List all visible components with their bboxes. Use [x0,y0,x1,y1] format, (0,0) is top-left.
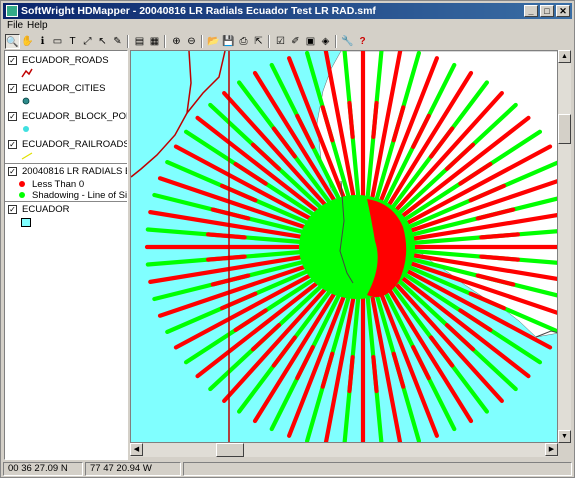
tools-icon[interactable]: 🔧 [340,34,355,49]
menu-file[interactable]: File [7,20,23,31]
railroad-line-symbol [21,152,33,160]
red-dot-icon [19,181,25,187]
radial-red-segment [479,232,521,240]
layer-visible-checkbox[interactable]: ✓ [8,205,17,214]
vertex-edit-icon[interactable]: ✎ [110,34,125,49]
export-icon[interactable]: ⇱ [251,34,266,49]
toolbar: 🔍 ✋ ℹ ▭ T ⤢ ↖ ✎ ▤ ▦ ⊕ ⊖ 📂 💾 ⎙ ⇱ ☑ ✐ ▣ ◈ 🔧? [3,34,572,49]
calculate-icon[interactable]: ▣ [303,34,318,49]
zoom-box-icon[interactable]: 🔍 [5,34,20,49]
status-message [183,462,572,476]
layer-visible-checkbox[interactable]: ✓ [8,84,17,93]
info-icon[interactable]: ℹ [35,34,50,49]
map-canvas[interactable] [130,50,558,443]
title-bar: SoftWright HDMapper - 20040816 LR Radial… [3,3,572,19]
label-tool-icon[interactable]: ▭ [50,34,65,49]
legend-divider [5,201,127,202]
print-icon[interactable]: ⎙ [236,34,251,49]
radials-icon[interactable]: ◈ [318,34,333,49]
pan-hand-icon[interactable]: ✋ [20,34,35,49]
population-point-symbol [23,126,29,132]
layer-properties-icon[interactable]: ▦ [147,34,162,49]
zoom-in-icon[interactable]: ⊕ [169,34,184,49]
layer-visible-checkbox[interactable]: ✓ [8,112,17,121]
scroll-up-button[interactable]: ▲ [558,50,571,63]
measure-icon[interactable]: ⤢ [80,34,95,49]
scroll-right-button[interactable]: ▶ [545,443,558,456]
toolbar-separator [164,35,166,48]
polygon-fill-symbol [21,218,31,227]
green-dot-icon [19,192,25,198]
toolbar-separator [127,35,129,48]
zoom-out-icon[interactable]: ⊖ [184,34,199,49]
road-line-symbol [21,68,33,78]
window-title: SoftWright HDMapper - 20040816 LR Radial… [21,5,376,17]
layer-visible-checkbox[interactable]: ✓ [8,56,17,65]
menu-help[interactable]: Help [27,20,48,31]
close-button[interactable]: ✕ [556,5,570,17]
app-icon [6,5,18,17]
radial-red-segment [205,232,247,240]
layer-visible-checkbox[interactable]: ✓ [8,140,17,149]
vertical-scrollbar[interactable]: ▲ ▼ [558,50,571,443]
layer-legend: ✓ ECUADOR_ROADS ✓ ECUADOR_CITIES ✓ ECUAD… [4,50,128,460]
legend-divider [5,163,127,164]
menu-bar: File Help [3,20,572,33]
horizontal-scroll-thumb[interactable] [216,443,244,457]
radial-red-segment [479,254,521,262]
radial-red-segment [205,254,247,262]
toolbar-separator [201,35,203,48]
text-tool-icon[interactable]: T [65,34,80,49]
status-bar: 00 36 27.09 N 77 47 20.94 W [3,461,572,477]
maximize-button[interactable]: □ [540,5,554,17]
tower-site-icon[interactable]: ☑ [273,34,288,49]
edit-site-icon[interactable]: ✐ [288,34,303,49]
save-icon[interactable]: 💾 [221,34,236,49]
toolbar-separator [268,35,270,48]
layers-icon[interactable]: ▤ [132,34,147,49]
select-arrow-icon[interactable]: ↖ [95,34,110,49]
scroll-left-button[interactable]: ◀ [130,443,143,456]
layer-visible-checkbox[interactable]: ✓ [8,167,17,176]
open-file-icon[interactable]: 📂 [206,34,221,49]
longitude-readout: 77 47 20.94 W [85,462,181,476]
horizontal-scrollbar[interactable]: ◀ ▶ [130,443,558,457]
toolbar-separator [335,35,337,48]
vertical-scroll-thumb[interactable] [558,114,571,144]
help-icon[interactable]: ? [355,34,370,49]
scroll-down-button[interactable]: ▼ [558,430,571,443]
minimize-button[interactable]: _ [524,5,538,17]
map-drawing [131,51,557,442]
latitude-readout: 00 36 27.09 N [3,462,83,476]
app-window: SoftWright HDMapper - 20040816 LR Radial… [0,0,575,478]
city-point-symbol [22,97,30,105]
